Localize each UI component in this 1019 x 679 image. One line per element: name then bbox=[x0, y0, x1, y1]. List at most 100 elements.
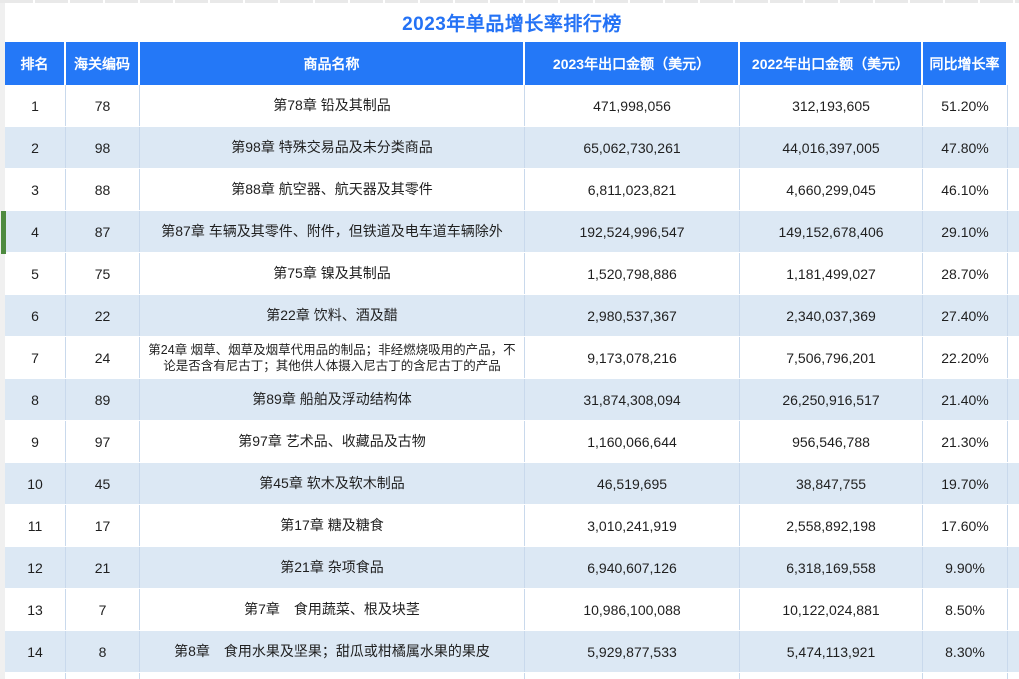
cell-product-name[interactable]: 第45章 软木及软木制品 bbox=[140, 463, 525, 504]
cell-2023-amount[interactable]: 3,010,241,919 bbox=[525, 505, 740, 546]
cell-2023-amount[interactable]: 46,519,695 bbox=[525, 463, 740, 504]
cell-customs-code[interactable]: 97 bbox=[66, 421, 140, 462]
cell-2023-amount[interactable]: 6,940,607,126 bbox=[525, 547, 740, 588]
cell-2022-amount[interactable]: 6,318,169,558 bbox=[740, 547, 923, 588]
cell-growth-rate[interactable]: 29.10% bbox=[923, 211, 1008, 252]
cell-customs-code[interactable]: 89 bbox=[66, 379, 140, 420]
cell-product-name[interactable]: 第8章 食用水果及坚果；甜瓜或柑橘属水果的果皮 bbox=[140, 631, 525, 672]
cell-growth-rate[interactable]: 19.70% bbox=[923, 463, 1008, 504]
table-row: 14 8 第8章 食用水果及坚果；甜瓜或柑橘属水果的果皮 5,929,877,5… bbox=[5, 631, 1019, 673]
cell-growth-rate[interactable]: 46.10% bbox=[923, 169, 1008, 210]
cell-2023-amount[interactable]: 5,929,877,533 bbox=[525, 631, 740, 672]
cell-cutoff-stub bbox=[1008, 295, 1019, 336]
cell-growth-rate[interactable]: 8.30% bbox=[923, 631, 1008, 672]
cell-rank[interactable]: 7 bbox=[5, 337, 66, 378]
cell-2022-amount[interactable]: 5,474,113,921 bbox=[740, 631, 923, 672]
cell-rank[interactable]: 14 bbox=[5, 631, 66, 672]
cell-rank[interactable]: 3 bbox=[5, 169, 66, 210]
cell-2022-amount[interactable]: 2,558,892,198 bbox=[740, 505, 923, 546]
cell-2023-amount[interactable]: 1,520,798,886 bbox=[525, 253, 740, 294]
cell-customs-code[interactable]: 87 bbox=[66, 211, 140, 252]
cell-growth-rate[interactable]: 17.60% bbox=[923, 505, 1008, 546]
cell-growth-rate[interactable]: 21.30% bbox=[923, 421, 1008, 462]
cell-2022-amount[interactable]: 44,016,397,005 bbox=[740, 127, 923, 168]
cell-2023-amount[interactable]: 9,173,078,216 bbox=[525, 337, 740, 378]
cell-growth-rate[interactable]: 8.50% bbox=[923, 589, 1008, 630]
cell-2022-amount[interactable]: 26,250,916,517 bbox=[740, 379, 923, 420]
cell-2023-amount[interactable]: 2,980,537,367 bbox=[525, 295, 740, 336]
cell-growth-rate[interactable]: 47.80% bbox=[923, 127, 1008, 168]
cell-product-name[interactable]: 第98章 特殊交易品及未分类商品 bbox=[140, 127, 525, 168]
cell-growth-rate[interactable]: 51.20% bbox=[923, 85, 1008, 126]
cell-product-name[interactable]: 第75章 镍及其制品 bbox=[140, 253, 525, 294]
partial-cell bbox=[1008, 673, 1019, 679]
cell-2022-amount[interactable]: 149,152,678,406 bbox=[740, 211, 923, 252]
cell-rank[interactable]: 13 bbox=[5, 589, 66, 630]
cell-rank[interactable]: 9 bbox=[5, 421, 66, 462]
cell-customs-code[interactable]: 22 bbox=[66, 295, 140, 336]
cell-customs-code[interactable]: 78 bbox=[66, 85, 140, 126]
cell-rank[interactable]: 5 bbox=[5, 253, 66, 294]
cell-rank[interactable]: 12 bbox=[5, 547, 66, 588]
cell-2023-amount[interactable]: 10,986,100,088 bbox=[525, 589, 740, 630]
cell-rank[interactable]: 4 bbox=[5, 211, 66, 252]
cell-growth-rate[interactable]: 27.40% bbox=[923, 295, 1008, 336]
cell-product-name[interactable]: 第89章 船舶及浮动结构体 bbox=[140, 379, 525, 420]
cell-2023-amount[interactable]: 65,062,730,261 bbox=[525, 127, 740, 168]
header-growth-rate[interactable]: 同比增长率 bbox=[923, 42, 1008, 85]
cell-2022-amount[interactable]: 10,122,024,881 bbox=[740, 589, 923, 630]
header-cutoff-stub bbox=[1008, 42, 1019, 85]
cell-2022-amount[interactable]: 4,660,299,045 bbox=[740, 169, 923, 210]
cell-2022-amount[interactable]: 956,546,788 bbox=[740, 421, 923, 462]
cell-customs-code[interactable]: 7 bbox=[66, 589, 140, 630]
cell-2023-amount[interactable]: 471,998,056 bbox=[525, 85, 740, 126]
cell-growth-rate[interactable]: 28.70% bbox=[923, 253, 1008, 294]
cell-growth-rate[interactable]: 21.40% bbox=[923, 379, 1008, 420]
cell-product-name[interactable]: 第24章 烟草、烟草及烟草代用品的制品；非经燃烧吸用的产品，不论是否含有尼古丁；… bbox=[140, 337, 525, 378]
cell-2022-amount[interactable]: 38,847,755 bbox=[740, 463, 923, 504]
partial-cell bbox=[525, 673, 740, 679]
cell-customs-code[interactable]: 8 bbox=[66, 631, 140, 672]
cell-product-name[interactable]: 第22章 饮料、酒及醋 bbox=[140, 295, 525, 336]
table-row: 2 98 第98章 特殊交易品及未分类商品 65,062,730,261 44,… bbox=[5, 127, 1019, 169]
cell-customs-code[interactable]: 45 bbox=[66, 463, 140, 504]
cell-rank[interactable]: 6 bbox=[5, 295, 66, 336]
header-2022-amount[interactable]: 2022年出口金额（美元） bbox=[740, 42, 923, 85]
header-rank[interactable]: 排名 bbox=[5, 42, 66, 85]
cell-customs-code[interactable]: 88 bbox=[66, 169, 140, 210]
header-2023-amount[interactable]: 2023年出口金额（美元） bbox=[525, 42, 740, 85]
cell-cutoff-stub bbox=[1008, 505, 1019, 546]
cell-customs-code[interactable]: 21 bbox=[66, 547, 140, 588]
cell-2022-amount[interactable]: 7,506,796,201 bbox=[740, 337, 923, 378]
cell-customs-code[interactable]: 75 bbox=[66, 253, 140, 294]
cell-customs-code[interactable]: 24 bbox=[66, 337, 140, 378]
cell-2023-amount[interactable]: 1,160,066,644 bbox=[525, 421, 740, 462]
cell-growth-rate[interactable]: 22.20% bbox=[923, 337, 1008, 378]
cell-2023-amount[interactable]: 31,874,308,094 bbox=[525, 379, 740, 420]
cell-cutoff-stub bbox=[1008, 253, 1019, 294]
header-product-name[interactable]: 商品名称 bbox=[140, 42, 525, 85]
cell-growth-rate[interactable]: 9.90% bbox=[923, 547, 1008, 588]
cell-product-name[interactable]: 第21章 杂项食品 bbox=[140, 547, 525, 588]
cell-product-name[interactable]: 第17章 糖及糖食 bbox=[140, 505, 525, 546]
cell-rank[interactable]: 10 bbox=[5, 463, 66, 504]
cell-product-name[interactable]: 第88章 航空器、航天器及其零件 bbox=[140, 169, 525, 210]
cell-rank[interactable]: 11 bbox=[5, 505, 66, 546]
header-customs-code[interactable]: 海关编码 bbox=[66, 42, 140, 85]
cell-customs-code[interactable]: 98 bbox=[66, 127, 140, 168]
cell-rank[interactable]: 1 bbox=[5, 85, 66, 126]
cell-product-name[interactable]: 第87章 车辆及其零件、附件，但铁道及电车道车辆除外 bbox=[140, 211, 525, 252]
cell-product-name[interactable]: 第97章 艺术品、收藏品及古物 bbox=[140, 421, 525, 462]
cutoff-partial-row bbox=[5, 673, 1019, 679]
partial-cell bbox=[5, 673, 66, 679]
cell-2022-amount[interactable]: 2,340,037,369 bbox=[740, 295, 923, 336]
cell-customs-code[interactable]: 17 bbox=[66, 505, 140, 546]
cell-product-name[interactable]: 第78章 铅及其制品 bbox=[140, 85, 525, 126]
cell-2022-amount[interactable]: 1,181,499,027 bbox=[740, 253, 923, 294]
cell-2023-amount[interactable]: 6,811,023,821 bbox=[525, 169, 740, 210]
cell-2022-amount[interactable]: 312,193,605 bbox=[740, 85, 923, 126]
cell-rank[interactable]: 2 bbox=[5, 127, 66, 168]
cell-product-name[interactable]: 第7章 食用蔬菜、根及块茎 bbox=[140, 589, 525, 630]
cell-rank[interactable]: 8 bbox=[5, 379, 66, 420]
cell-2023-amount[interactable]: 192,524,996,547 bbox=[525, 211, 740, 252]
